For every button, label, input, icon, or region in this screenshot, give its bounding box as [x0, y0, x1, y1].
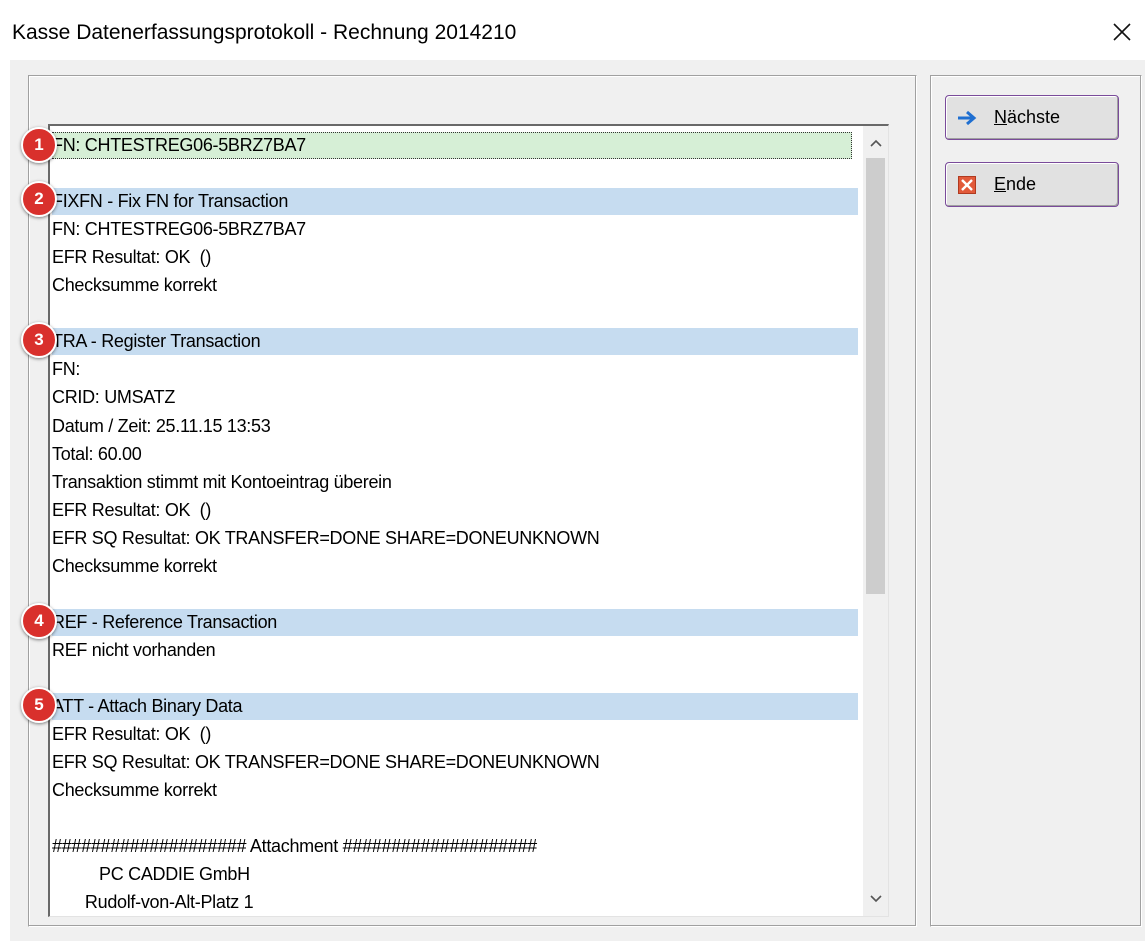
- log-line[interactable]: [52, 300, 852, 327]
- log-line[interactable]: EFR SQ Resultat: OK TRANSFER=DONE SHARE=…: [52, 749, 852, 776]
- log-line[interactable]: FN: CHTESTREG06-5BRZ7BA7: [52, 216, 852, 243]
- log-line[interactable]: Checksumme korrekt: [52, 553, 852, 580]
- step-badge-3: 3: [21, 322, 57, 358]
- log-line[interactable]: [52, 665, 852, 692]
- scroll-down-button[interactable]: [863, 886, 888, 912]
- close-icon: [1113, 23, 1131, 41]
- log-line[interactable]: FN:: [52, 356, 852, 383]
- log-line[interactable]: Checksumme korrekt: [52, 272, 852, 299]
- protocol-listbox[interactable]: FN: CHTESTREG06-5BRZ7BA7 FIXFN - Fix FN f…: [48, 124, 889, 917]
- scroll-up-button[interactable]: [863, 130, 888, 156]
- title-bar: Kasse Datenerfassungsprotokoll - Rechnun…: [0, 0, 1145, 60]
- scrollbar-thumb[interactable]: [866, 158, 885, 594]
- selected-line[interactable]: FN: CHTESTREG06-5BRZ7BA7: [52, 132, 852, 159]
- log-line[interactable]: EFR Resultat: OK (): [52, 497, 852, 524]
- red-x-icon: [956, 174, 978, 196]
- step-badge-5: 5: [21, 687, 57, 723]
- log-line[interactable]: Transaktion stimmt mit Kontoeintrag über…: [52, 469, 852, 496]
- log-line[interactable]: Datum / Zeit: 25.11.15 13:53: [52, 413, 852, 440]
- step-badge-1: 1: [21, 127, 57, 163]
- step-badge-2: 2: [21, 181, 57, 217]
- section-header-line[interactable]: TRA - Register Transaction: [52, 328, 858, 356]
- section-header-line[interactable]: FIXFN - Fix FN for Transaction: [52, 188, 858, 216]
- chevron-down-icon: [869, 895, 882, 903]
- log-line[interactable]: EFR SQ Resultat: OK TRANSFER=DONE SHARE=…: [52, 525, 852, 552]
- end-button-label: Ende: [994, 174, 1037, 194]
- chevron-up-icon: [869, 139, 882, 147]
- log-line[interactable]: CRID: UMSATZ: [52, 384, 852, 411]
- log-line[interactable]: EFR Resultat: OK (): [52, 721, 852, 748]
- log-line[interactable]: EFR Resultat: OK (): [52, 244, 852, 271]
- section-header-line[interactable]: REF - Reference Transaction: [52, 608, 858, 636]
- log-line[interactable]: Rudolf-von-Alt-Platz 1: [52, 889, 852, 916]
- log-line[interactable]: [52, 160, 852, 187]
- vertical-scrollbar[interactable]: [863, 126, 888, 916]
- end-button[interactable]: Ende: [945, 162, 1119, 207]
- window-title: Kasse Datenerfassungsprotokoll - Rechnun…: [12, 21, 517, 44]
- log-line[interactable]: REF nicht vorhanden: [52, 637, 852, 664]
- next-button[interactable]: Nächste: [945, 95, 1119, 140]
- arrow-right-icon: [956, 107, 978, 129]
- log-line[interactable]: Checksumme korrekt: [52, 777, 852, 804]
- section-header-line[interactable]: ATT - Attach Binary Data: [52, 693, 858, 720]
- next-button-label: Nächste: [994, 107, 1061, 127]
- log-line[interactable]: [52, 805, 852, 832]
- log-line[interactable]: #################### Attachment ########…: [52, 833, 852, 860]
- step-badge-4: 4: [21, 603, 57, 639]
- log-line[interactable]: PC CADDIE GmbH: [52, 861, 852, 888]
- log-line[interactable]: Total: 60.00: [52, 441, 852, 468]
- close-button[interactable]: [1099, 10, 1145, 54]
- log-line[interactable]: [52, 581, 852, 608]
